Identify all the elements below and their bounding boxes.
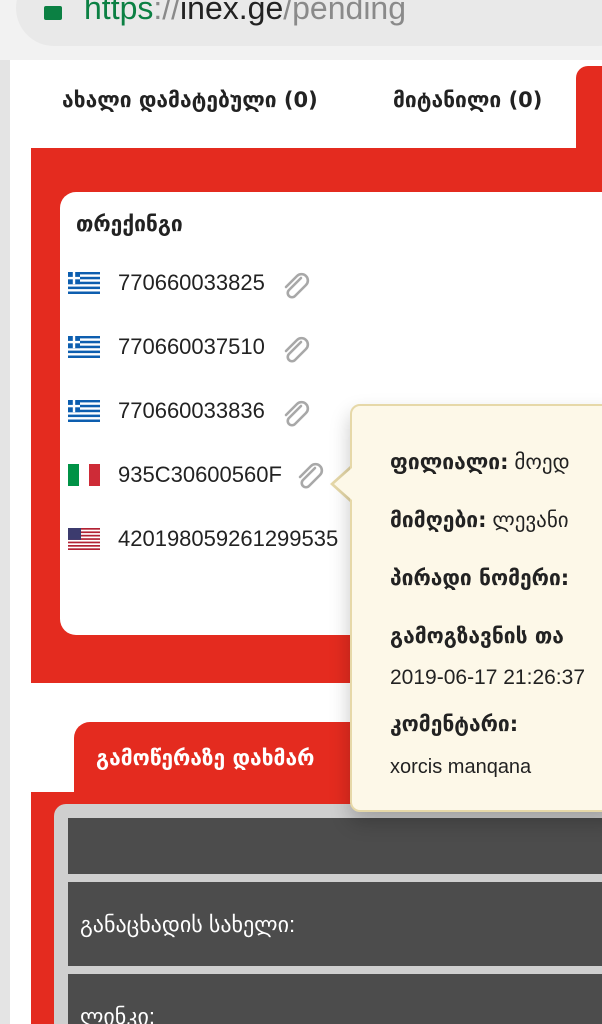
usa-flag-icon	[68, 528, 100, 550]
tab-newly-added[interactable]: ახალი დამატებული (0)	[62, 88, 318, 112]
receiver-value: ლევანი	[486, 509, 569, 532]
url-path: /pending	[283, 0, 407, 26]
receiver-label: მიმღები:	[390, 508, 487, 532]
tracking-number[interactable]: 42019805926129953​5	[118, 524, 338, 554]
tracking-number[interactable]: 935C30600560F	[118, 460, 282, 490]
form-header-row	[68, 818, 602, 874]
subscription-help-tab-label: გამოწერაზე დახმარ	[96, 746, 315, 770]
lock-icon	[44, 6, 62, 20]
url-text[interactable]: https://inex.ge/pending	[84, 0, 406, 27]
personal-id-line: პირადი ნომერი:	[390, 566, 569, 590]
greece-flag-icon	[68, 336, 100, 358]
tracking-number[interactable]: 770660037510	[118, 332, 265, 362]
tracking-row: 935C30600560F	[68, 460, 328, 492]
sent-date-line: გამოგზავნის თა	[390, 624, 564, 648]
comment-value: xorcis manqana	[390, 756, 532, 778]
tooltip-arrow-inner	[334, 468, 352, 500]
greece-flag-icon	[68, 400, 100, 422]
paperclip-icon[interactable]	[279, 334, 313, 368]
greece-flag-icon	[68, 272, 100, 294]
url-protocol: https	[84, 0, 154, 26]
browser-toolbar: https://inex.ge/pending	[0, 0, 602, 60]
tracking-row: 42019805926129953​5	[68, 524, 350, 556]
sent-date-value: 2019-06-17 21:26:37	[390, 666, 585, 689]
app-name-label: განაცხადის სახელი:	[80, 912, 296, 937]
tracking-card-title: თრექინგი	[76, 212, 183, 236]
receiver-line: მიმღები: ლევანი	[390, 508, 569, 533]
link-label: ლინკი:	[80, 1004, 156, 1024]
comment-label: კომენტარი:	[390, 712, 519, 736]
sent-date-label: გამოგზავნის თა	[390, 624, 564, 648]
paperclip-icon[interactable]	[279, 398, 313, 432]
url-host: inex.ge	[180, 0, 284, 26]
url-separator: ://	[153, 0, 181, 26]
personal-id-label: პირადი ნომერი:	[390, 566, 570, 590]
italy-flag-icon	[68, 464, 100, 486]
pending-page: https://inex.ge/pending ახალი დამატებული…	[0, 0, 602, 1024]
tracking-number[interactable]: 770660033825	[118, 268, 265, 298]
comment-line: კომენტარი:	[390, 712, 518, 736]
branch-value: მოედ	[508, 451, 570, 474]
tracking-number[interactable]: 770660033836	[118, 396, 265, 426]
left-gutter	[0, 60, 10, 1024]
tab-active-partial[interactable]	[576, 66, 602, 156]
paperclip-icon[interactable]	[293, 460, 327, 494]
branch-label: ფილიალი:	[390, 450, 509, 474]
paperclip-icon[interactable]	[279, 270, 313, 304]
branch-line: ფილიალი: მოედ	[390, 450, 570, 475]
tab-delivered[interactable]: მიტანილი (0)	[393, 88, 542, 112]
